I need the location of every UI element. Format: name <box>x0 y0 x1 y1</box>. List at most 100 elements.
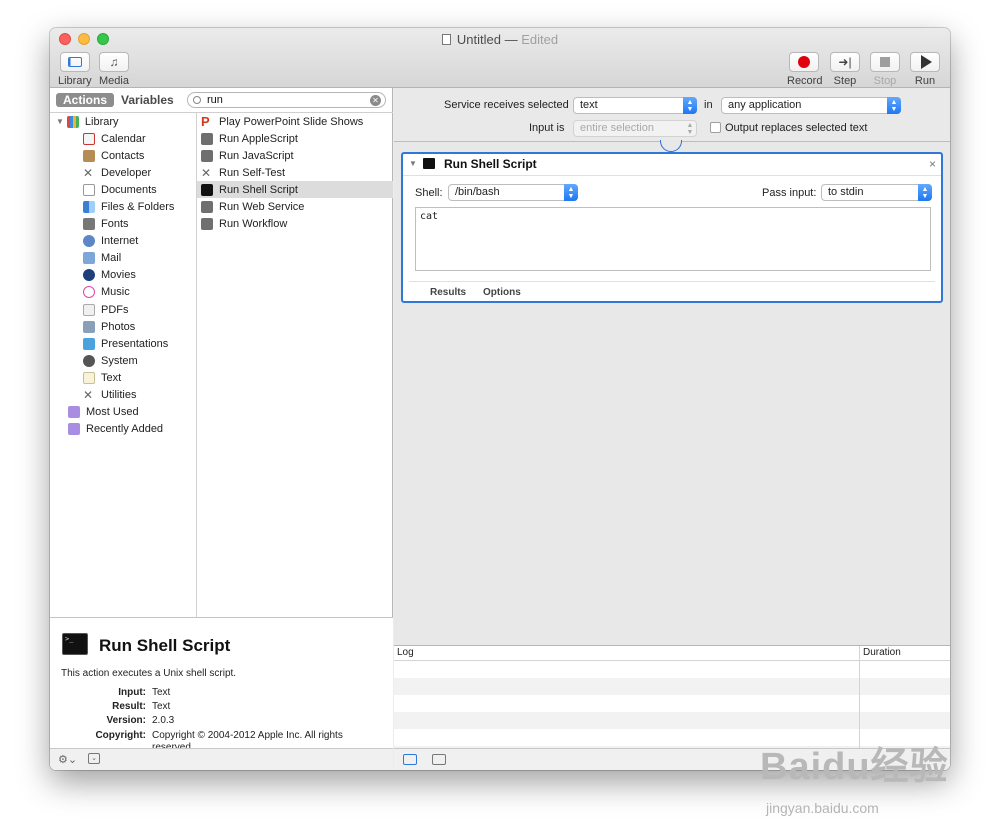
popup-chevrons-icon: ▲ ▼ <box>564 184 578 201</box>
disclosure-triangle-icon[interactable]: ▼ <box>56 117 64 126</box>
list-view-icon[interactable] <box>403 754 417 765</box>
action-item[interactable]: Run Workflow <box>197 216 393 233</box>
pass-input-popup[interactable]: to stdin ▲ ▼ <box>821 184 932 201</box>
category-calendar[interactable]: Calendar <box>50 130 196 147</box>
document-icon <box>441 34 451 45</box>
category-movies[interactable]: Movies <box>50 267 196 284</box>
category-fonts[interactable]: Fonts <box>50 216 196 233</box>
pdf-icon <box>83 303 95 316</box>
collapse-triangle-icon[interactable]: ▼ <box>409 159 417 168</box>
search-input[interactable]: run ✕ <box>187 92 386 108</box>
category-mail[interactable]: Mail <box>50 250 196 267</box>
remove-action-icon[interactable]: × <box>929 157 936 171</box>
library-bottom-bar: ⚙︎⌄ ⌄ <box>50 748 393 770</box>
options-tab[interactable]: Options <box>483 287 521 298</box>
log-column-header[interactable]: Log <box>397 647 414 658</box>
library-icon <box>66 115 79 128</box>
log-row <box>394 712 950 729</box>
connector-notch <box>660 140 682 152</box>
automator-robot-icon <box>201 201 213 214</box>
automator-robot-icon <box>201 149 213 162</box>
category-music[interactable]: Music <box>50 284 196 301</box>
globe-icon <box>83 235 95 248</box>
run-button[interactable]: Run <box>909 52 941 87</box>
watermark-url: jingyan.baidu.com <box>766 800 879 816</box>
finder-icon <box>83 201 95 214</box>
log-header: Log Duration <box>394 646 950 661</box>
smart-folder-icon <box>68 423 80 436</box>
action-header: ▼ Run Shell Script × <box>403 154 941 176</box>
gear-menu-icon[interactable]: ⚙︎⌄ <box>58 753 77 766</box>
action-item[interactable]: ✕ Run Self-Test <box>197 164 393 181</box>
results-tab[interactable]: Results <box>430 287 466 298</box>
calendar-icon <box>83 132 95 145</box>
workflow-area: Service receives selected text ▲ ▼ in any … <box>394 88 950 770</box>
description-field: Input: Text <box>118 687 171 698</box>
output-replaces-checkbox[interactable] <box>710 122 721 133</box>
terminal-icon <box>201 183 213 196</box>
receives-type-popup[interactable]: text ▲ ▼ <box>573 97 697 114</box>
quicktime-icon <box>83 269 95 282</box>
popup-chevrons-icon: ▲ ▼ <box>887 97 901 114</box>
tab-actions[interactable]: Actions <box>56 93 115 107</box>
category-internet[interactable]: Internet <box>50 233 196 250</box>
library-panel: Actions Variables run ✕ ▼ Library Calend… <box>50 88 393 770</box>
step-button[interactable]: ➜| Step <box>829 52 861 87</box>
step-icon: ➜| <box>838 55 852 69</box>
workflow-canvas[interactable]: ▼ Run Shell Script × Shell: /bin/bash ▲ ▼ … <box>394 140 950 645</box>
powerpoint-icon: P <box>201 113 210 129</box>
group-most-used[interactable]: Most Used <box>50 404 196 421</box>
category-presentations[interactable]: Presentations <box>50 335 196 352</box>
automator-window: Untitled — Edited Library ♫ Media Record… <box>50 28 950 770</box>
library-toggle-button[interactable]: Library <box>58 52 92 87</box>
utilities-icon: ✕ <box>83 388 94 403</box>
search-icon <box>193 96 201 104</box>
input-is-popup[interactable]: entire selection ▲ ▼ <box>573 120 697 137</box>
category-pdfs[interactable]: PDFs <box>50 301 196 318</box>
category-utilities[interactable]: ✕ Utilities <box>50 387 196 404</box>
script-editor[interactable]: cat <box>415 207 931 271</box>
mail-icon <box>83 252 95 265</box>
system-icon <box>83 354 95 367</box>
split-view-icon[interactable] <box>432 754 446 765</box>
action-item[interactable]: Run JavaScript <box>197 147 393 164</box>
tab-variables[interactable]: Variables <box>114 93 181 107</box>
show-description-icon[interactable]: ⌄ <box>88 753 100 764</box>
category-files-folders[interactable]: Files & Folders <box>50 198 196 215</box>
category-documents[interactable]: Documents <box>50 181 196 198</box>
action-item[interactable]: P Play PowerPoint Slide Shows <box>197 113 393 130</box>
media-icon: ♫ <box>109 55 119 69</box>
popup-chevrons-icon: ▲ ▼ <box>683 97 697 114</box>
media-button[interactable]: ♫ Media <box>99 52 129 87</box>
stop-button[interactable]: Stop <box>869 52 901 87</box>
category-developer[interactable]: ✕ Developer <box>50 164 196 181</box>
category-system[interactable]: System <box>50 352 196 369</box>
description-field: Result: Text <box>112 701 171 712</box>
category-contacts[interactable]: Contacts <box>50 147 196 164</box>
category-text[interactable]: Text <box>50 369 196 386</box>
action-item-selected[interactable]: Run Shell Script <box>197 181 393 199</box>
record-button[interactable]: Record <box>787 52 822 87</box>
stop-icon <box>880 57 890 67</box>
library-root-item[interactable]: ▼ Library <box>50 113 196 130</box>
record-icon <box>798 56 810 68</box>
action-list: P Play PowerPoint Slide Shows Run AppleSc… <box>197 112 393 617</box>
music-icon <box>83 286 95 299</box>
library-segmented-control: Actions Variables <box>56 93 181 107</box>
action-item[interactable]: Run AppleScript <box>197 130 393 147</box>
action-item[interactable]: Run Web Service <box>197 198 393 215</box>
application-popup[interactable]: any application ▲ ▼ <box>721 97 901 114</box>
run-shell-script-action[interactable]: ▼ Run Shell Script × Shell: /bin/bash ▲ ▼ … <box>401 152 943 303</box>
shell-popup[interactable]: /bin/bash ▲ ▼ <box>448 184 578 201</box>
category-photos[interactable]: Photos <box>50 318 196 335</box>
group-recently-added[interactable]: Recently Added <box>50 421 196 438</box>
popup-chevrons-icon: ▲ ▼ <box>686 122 694 136</box>
contacts-icon <box>83 149 95 162</box>
description-text: This action executes a Unix shell script… <box>61 668 237 679</box>
watermark-logo: Baidu经验 <box>760 746 949 788</box>
clear-search-icon[interactable]: ✕ <box>370 95 381 106</box>
developer-tools-icon: ✕ <box>83 165 94 180</box>
automator-robot-icon <box>201 218 213 231</box>
description-title: Run Shell Script <box>99 636 231 655</box>
duration-column-header[interactable]: Duration <box>863 647 901 658</box>
